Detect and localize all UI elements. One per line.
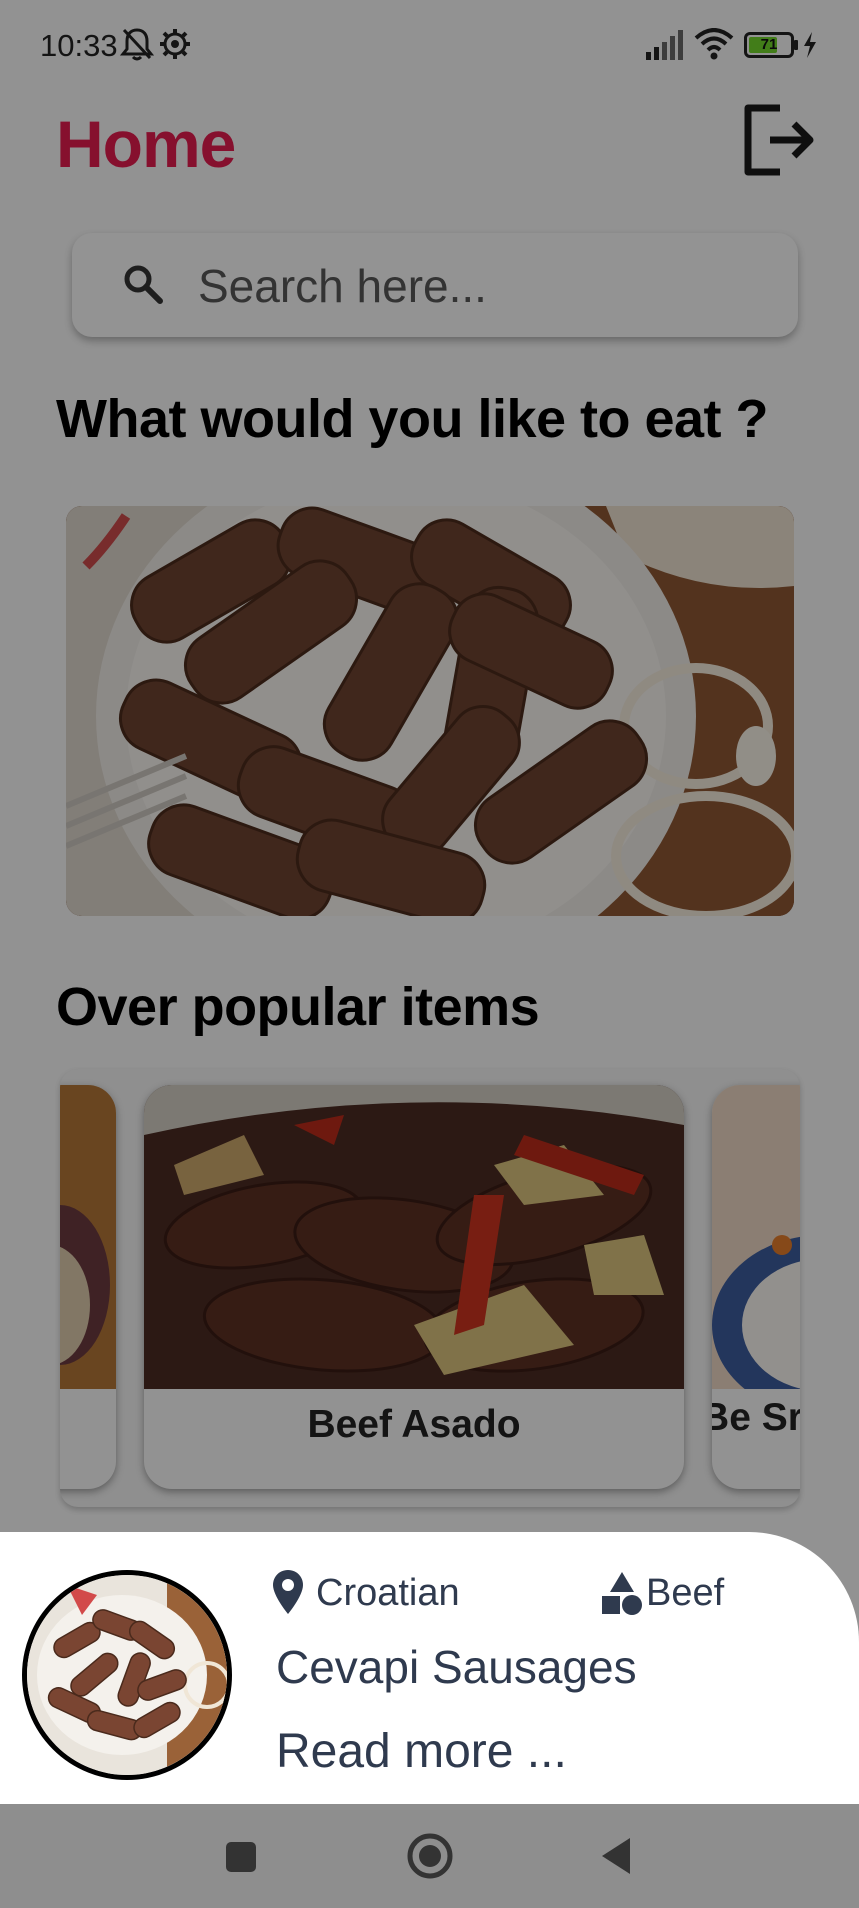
- meal-thumbnail: [22, 1570, 232, 1780]
- meal-name: Cevapi Sausages: [276, 1641, 637, 1693]
- read-more-link[interactable]: Read more ...: [276, 1724, 567, 1779]
- meal-area-label: Croatian: [316, 1572, 460, 1614]
- home-screen: 10:33 71 Home Wha: [0, 0, 859, 1908]
- recents-button[interactable]: [224, 1840, 258, 1879]
- home-button[interactable]: [406, 1832, 454, 1885]
- back-button[interactable]: [600, 1836, 632, 1881]
- system-nav-bar: [0, 1804, 859, 1908]
- location-pin-icon: [272, 1570, 304, 1621]
- meal-category-label: Beef: [646, 1572, 725, 1614]
- category-shapes-icon: [600, 1570, 644, 1621]
